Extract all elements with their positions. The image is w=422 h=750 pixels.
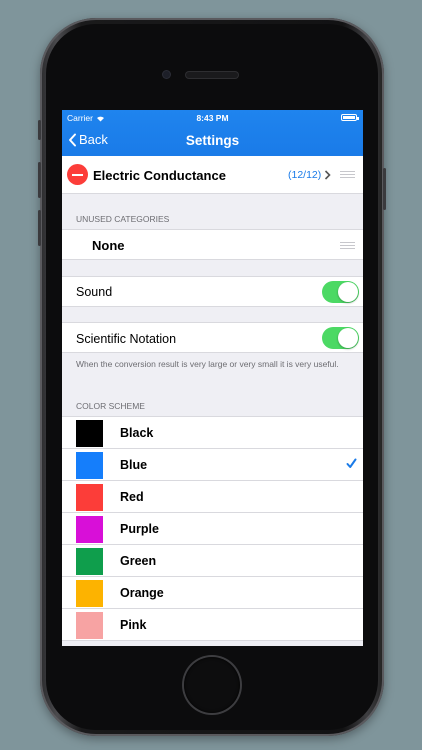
power-button bbox=[383, 168, 386, 210]
color-scheme-header: COLOR SCHEME bbox=[76, 401, 145, 411]
navigation-bar: Carrier 8:43 PM Back Settings bbox=[62, 110, 363, 156]
status-bar: Carrier 8:43 PM bbox=[62, 110, 363, 126]
scientific-notation-toggle[interactable] bbox=[322, 327, 359, 349]
unused-category-name: None bbox=[92, 238, 125, 253]
color-option-black[interactable]: Black bbox=[62, 417, 363, 449]
sound-label: Sound bbox=[76, 285, 113, 299]
home-button[interactable] bbox=[184, 657, 240, 713]
color-name: Orange bbox=[120, 586, 164, 600]
scientific-notation-row: Scientific Notation bbox=[62, 322, 363, 353]
sound-toggle[interactable] bbox=[322, 281, 359, 303]
color-swatch bbox=[76, 452, 103, 479]
color-name: Blue bbox=[120, 458, 148, 472]
color-option-green[interactable]: Green bbox=[62, 545, 363, 577]
color-swatch bbox=[76, 580, 103, 607]
color-option-purple[interactable]: Purple bbox=[62, 513, 363, 545]
earpiece-speaker bbox=[186, 72, 238, 78]
volume-down-button bbox=[38, 210, 41, 246]
unused-categories-header: UNUSED CATEGORIES bbox=[76, 214, 170, 224]
unused-category-row[interactable]: None bbox=[62, 229, 363, 260]
app-screen: Carrier 8:43 PM Back Settings Electric C… bbox=[62, 110, 363, 646]
color-swatch bbox=[76, 420, 103, 447]
color-name: Purple bbox=[120, 522, 159, 536]
color-swatch bbox=[76, 516, 103, 543]
reorder-handle-icon[interactable] bbox=[340, 171, 355, 178]
battery-icon bbox=[341, 114, 359, 121]
category-row[interactable]: Electric Conductance (12/12) bbox=[62, 156, 363, 194]
checkmark-icon bbox=[346, 458, 357, 468]
color-name: Green bbox=[120, 554, 157, 568]
delete-icon[interactable] bbox=[67, 164, 88, 185]
color-name: Black bbox=[120, 426, 154, 440]
color-name: Pink bbox=[120, 618, 147, 632]
page-title: Settings bbox=[185, 133, 240, 148]
color-option-pink[interactable]: Pink bbox=[62, 609, 363, 641]
category-name: Electric Conductance bbox=[93, 168, 226, 183]
sound-row: Sound bbox=[62, 276, 363, 307]
color-option-blue[interactable]: Blue bbox=[62, 449, 363, 481]
scientific-notation-label: Scientific Notation bbox=[76, 332, 177, 346]
chevron-right-icon bbox=[324, 170, 331, 180]
reorder-handle-icon[interactable] bbox=[340, 242, 355, 249]
color-swatch bbox=[76, 484, 103, 511]
mute-switch bbox=[38, 120, 41, 140]
scientific-notation-footer: When the conversion result is very large… bbox=[76, 359, 339, 369]
color-option-orange[interactable]: Orange bbox=[62, 577, 363, 609]
color-name: Red bbox=[120, 490, 144, 504]
color-scheme-list: Black Blue Red Purple Green Orange Pink bbox=[62, 416, 363, 641]
front-camera bbox=[163, 71, 170, 78]
volume-up-button bbox=[38, 162, 41, 198]
color-option-red[interactable]: Red bbox=[62, 481, 363, 513]
category-count: (12/12) bbox=[288, 169, 322, 181]
color-swatch bbox=[76, 612, 103, 639]
color-swatch bbox=[76, 548, 103, 575]
status-time: 8:43 PM bbox=[196, 113, 229, 123]
